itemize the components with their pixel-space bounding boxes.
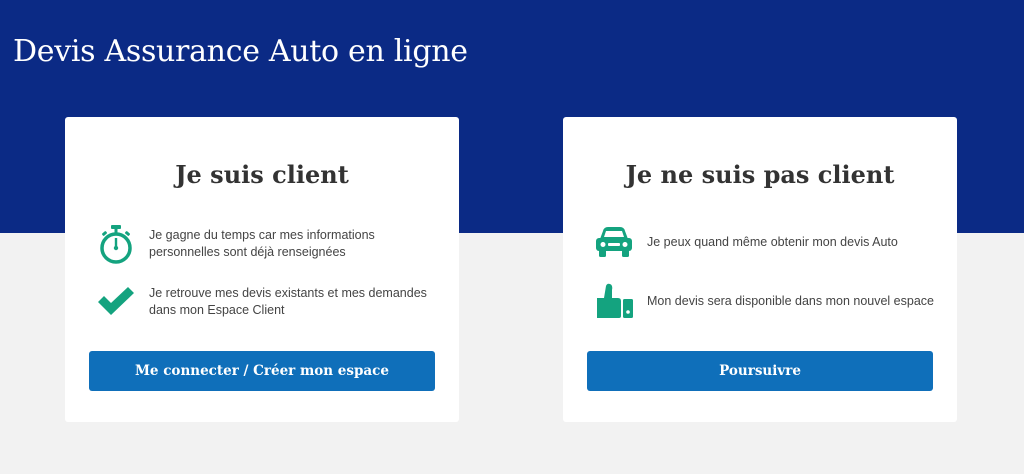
non-client-feature-space-text: Mon devis sera disponible dans mon nouve… <box>647 293 934 308</box>
thumbs-up-icon <box>593 280 635 322</box>
client-feature-time-text: Je gagne du temps car mes informations p… <box>149 228 375 259</box>
checkmark-icon <box>95 281 137 323</box>
client-feature-space: Je retrouve mes devis existants et mes d… <box>95 281 439 323</box>
client-card-title: Je suis client <box>175 160 349 189</box>
non-client-feature-quote: Je peux quand même obtenir mon devis Aut… <box>593 221 937 263</box>
stopwatch-icon <box>95 223 137 265</box>
page-title: Devis Assurance Auto en ligne <box>13 34 468 69</box>
login-create-account-button[interactable]: Me connecter / Créer mon espace <box>89 351 435 391</box>
car-icon <box>593 221 635 263</box>
non-client-card-title: Je ne suis pas client <box>625 160 895 189</box>
non-client-feature-space: Mon devis sera disponible dans mon nouve… <box>593 280 937 322</box>
client-card: Je suis client Je gagne du temps car mes… <box>65 117 459 422</box>
continue-button[interactable]: Poursuivre <box>587 351 933 391</box>
client-feature-time: Je gagne du temps car mes informations p… <box>95 223 439 265</box>
client-feature-space-text: Je retrouve mes devis existants et mes d… <box>149 286 427 317</box>
non-client-card: Je ne suis pas client Je peux quand même… <box>563 117 957 422</box>
non-client-feature-quote-text: Je peux quand même obtenir mon devis Aut… <box>647 234 898 249</box>
